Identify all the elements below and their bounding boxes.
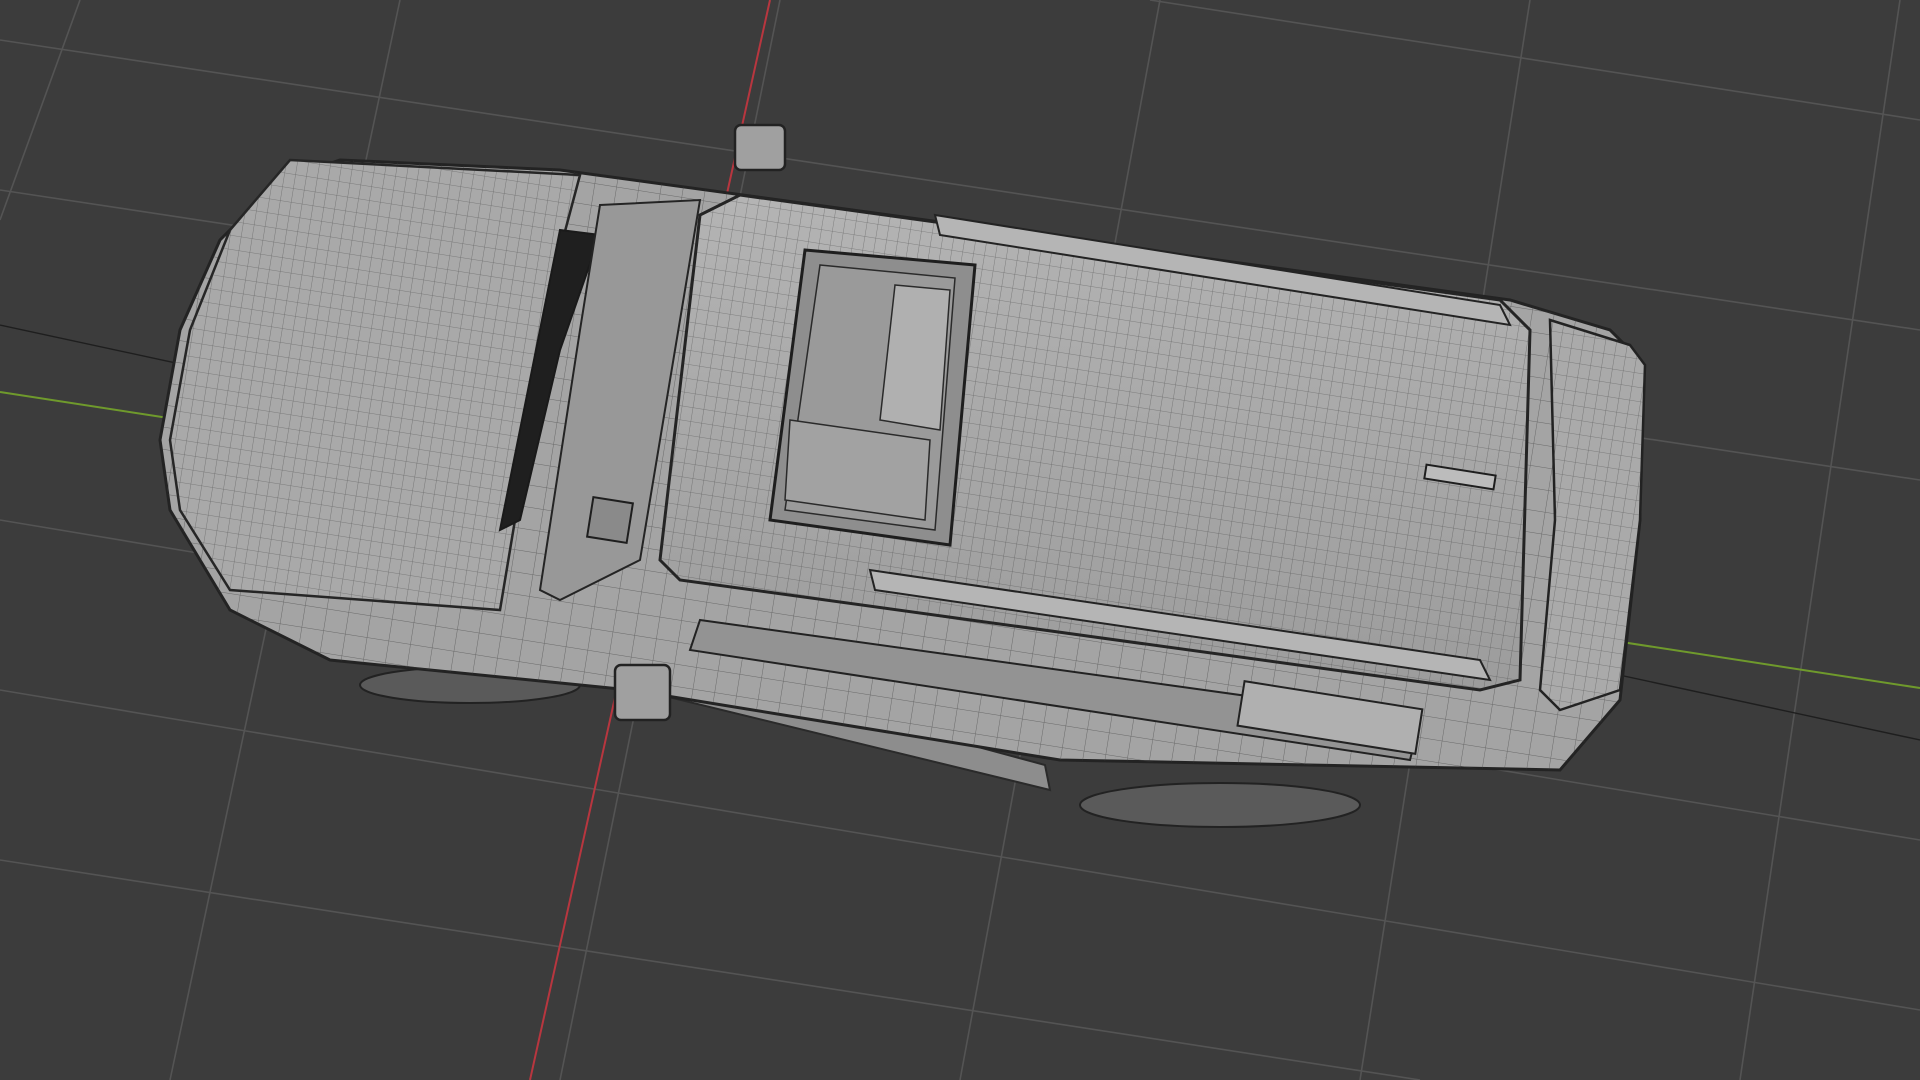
vehicle-mesh[interactable] [158, 123, 1647, 828]
rear-wheel [1079, 782, 1361, 828]
right-mirror [613, 663, 672, 722]
cowl-vent [585, 495, 635, 545]
left-mirror [733, 123, 787, 172]
viewport-canvas[interactable] [0, 0, 1920, 1080]
3d-viewport[interactable] [0, 0, 1920, 1080]
